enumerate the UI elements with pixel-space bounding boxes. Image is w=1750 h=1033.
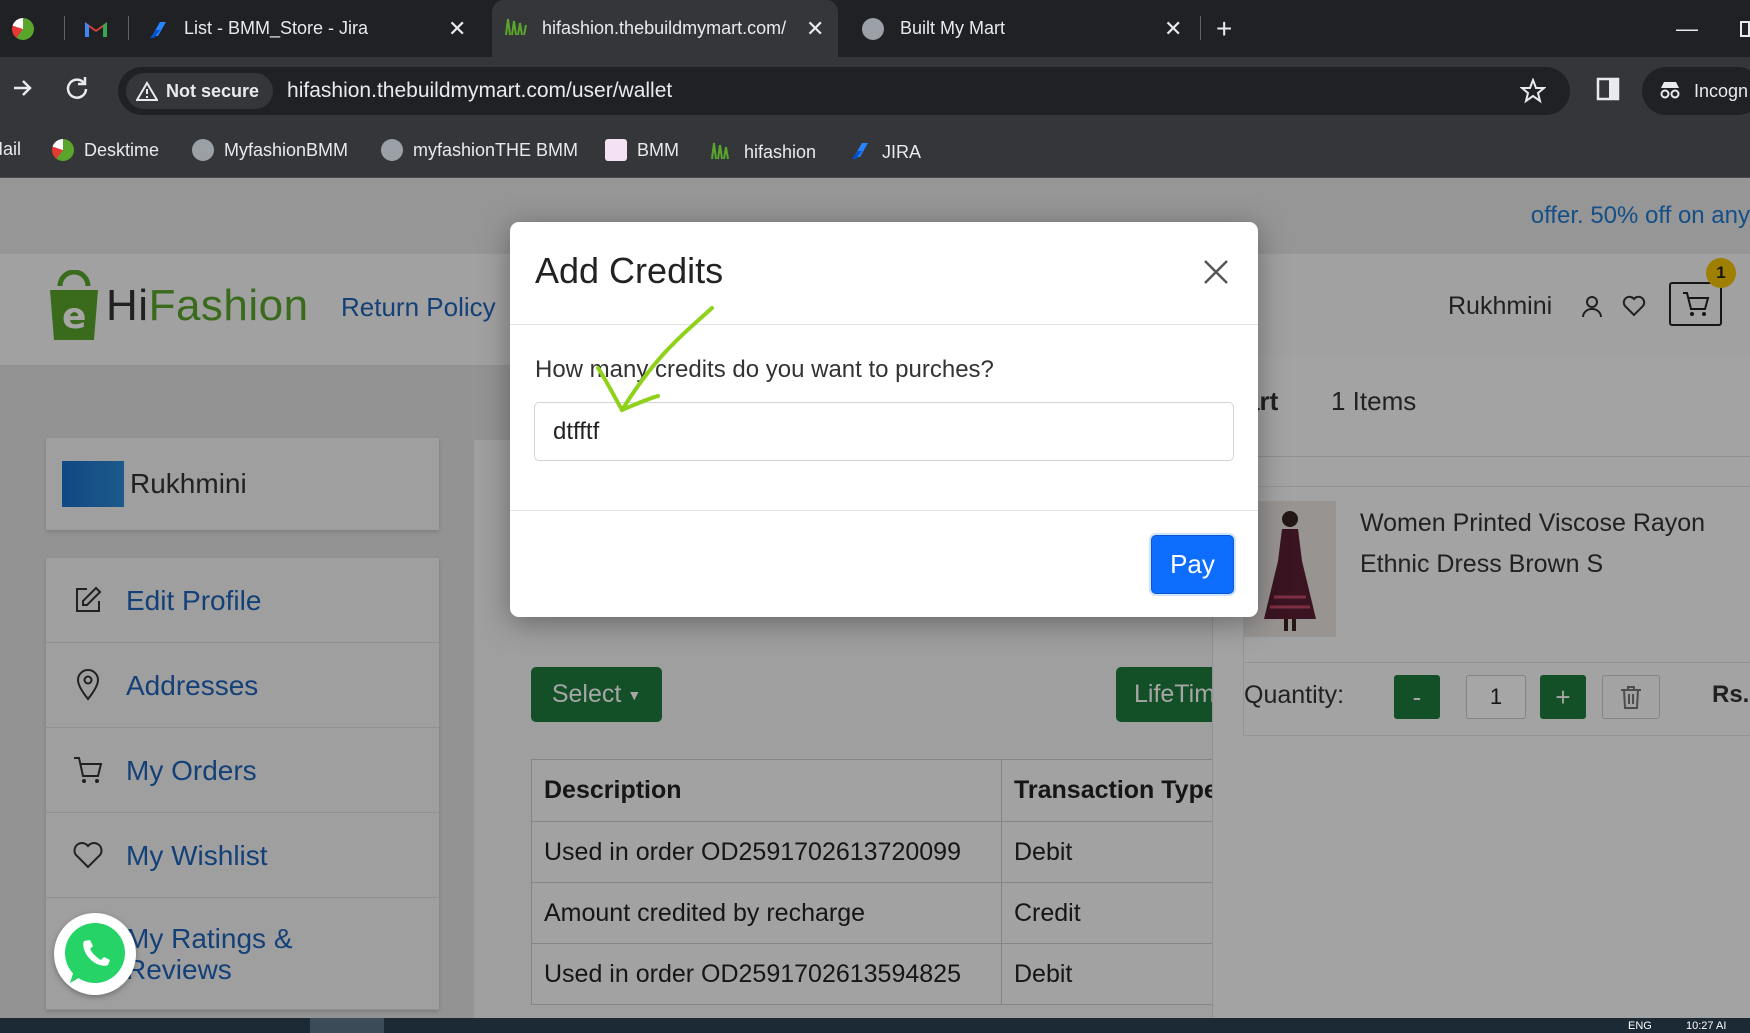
bookmark-label: JIRA	[882, 142, 922, 162]
globe-icon	[862, 17, 884, 40]
new-tab-button[interactable]: +	[1216, 0, 1246, 57]
tab-title: List - BMM_Store - Jira	[184, 18, 369, 38]
tab-close-icon[interactable]: ✕	[806, 16, 824, 42]
whatsapp-chat-button[interactable]	[54, 913, 136, 995]
bmm-logo-icon	[605, 139, 627, 161]
modal-close-button[interactable]	[1200, 256, 1232, 288]
language-indicator[interactable]: ENG	[1628, 1020, 1652, 1032]
warning-icon	[136, 81, 158, 101]
profile-label: Incogn	[1694, 80, 1749, 101]
bookmark-label: Mail	[0, 139, 22, 159]
bookmark-label: myfashionTHE BMM	[413, 139, 579, 160]
side-panel-icon[interactable]	[1596, 77, 1620, 106]
gmail-icon	[85, 21, 107, 37]
bookmark-label: hifashion	[744, 142, 817, 162]
reload-icon[interactable]	[64, 75, 90, 106]
desktime-favicon-icon	[12, 17, 34, 40]
omnibox[interactable]: Not secure hifashion.thebuildmymart.com/…	[118, 67, 1570, 115]
annotation-arrow-icon	[596, 306, 714, 413]
taskbar-chrome-button[interactable]	[310, 1018, 384, 1033]
tab-separator	[1200, 16, 1201, 40]
tab-title: hifashion.thebuildmymart.com/	[542, 18, 787, 38]
bookmark-desktime[interactable]: Desktime	[52, 139, 159, 161]
hifashion-favicon-icon	[710, 139, 734, 166]
divider	[510, 510, 1258, 511]
minimize-window-button[interactable]: —	[1676, 0, 1706, 57]
browser-toolbar: Not secure hifashion.thebuildmymart.com/…	[0, 57, 1750, 125]
bookmark-myfashionbmm[interactable]: MyfashionBMM	[192, 139, 348, 161]
globe-icon	[192, 139, 214, 161]
tab-desktime[interactable]	[12, 0, 42, 57]
tab-title: Built My Mart	[900, 18, 1006, 38]
forward-icon[interactable]	[10, 75, 36, 106]
pay-button[interactable]: Pay	[1151, 535, 1234, 594]
bookmark-hifashion[interactable]: hifashion	[710, 139, 816, 166]
browser-tab-strip: List - BMM_Store - Jira ✕ hifashion.theb…	[0, 0, 1750, 57]
tab-hifashion[interactable]: hifashion.thebuildmymart.com/ ✕	[492, 0, 838, 57]
bookmarks-bar: Mail Desktime MyfashionBMM myfashionTHE …	[0, 125, 1750, 178]
tab-built-my-mart[interactable]: Built My Mart ✕	[862, 0, 1188, 57]
jira-icon	[850, 139, 872, 166]
security-chip[interactable]: Not secure	[126, 73, 274, 109]
tab-close-icon[interactable]: ✕	[448, 16, 466, 42]
incognito-icon	[1658, 79, 1682, 104]
minimize-icon: —	[1676, 15, 1698, 41]
bookmark-label: BMM	[637, 139, 679, 160]
url-text: hifashion.thebuildmymart.com/user/wallet	[287, 79, 673, 102]
maximize-icon	[1740, 20, 1750, 37]
tab-gmail[interactable]	[84, 0, 114, 57]
desktime-favicon-icon	[52, 139, 74, 161]
bookmark-label: Desktime	[84, 139, 160, 160]
clock[interactable]: 10:27 AI	[1686, 1020, 1726, 1032]
globe-icon	[381, 139, 403, 161]
plus-icon: +	[1216, 12, 1233, 44]
security-label: Not secure	[166, 80, 260, 101]
tab-close-icon[interactable]: ✕	[1164, 16, 1182, 42]
close-icon	[1204, 260, 1228, 284]
maximize-window-button[interactable]	[1740, 0, 1750, 57]
hifashion-favicon-icon	[504, 15, 528, 42]
os-taskbar: ENG 10:27 AI	[0, 1018, 1750, 1033]
bookmark-mail[interactable]: Mail	[0, 139, 21, 160]
jira-icon	[150, 21, 166, 38]
bookmark-bmm[interactable]: BMM	[605, 139, 679, 161]
tab-separator	[128, 16, 129, 40]
bookmark-myfashion-the-bmm[interactable]: myfashionTHE BMM	[381, 139, 578, 161]
modal-title: Add Credits	[535, 250, 724, 291]
tab-jira-list[interactable]: List - BMM_Store - Jira ✕	[148, 0, 472, 57]
bookmark-star-icon[interactable]	[1519, 77, 1547, 109]
whatsapp-icon	[65, 923, 125, 983]
bookmark-label: MyfashionBMM	[224, 139, 349, 160]
incognito-chip[interactable]: Incogn	[1642, 67, 1750, 115]
bookmark-jira[interactable]: JIRA	[850, 139, 921, 166]
tab-separator	[64, 16, 65, 40]
